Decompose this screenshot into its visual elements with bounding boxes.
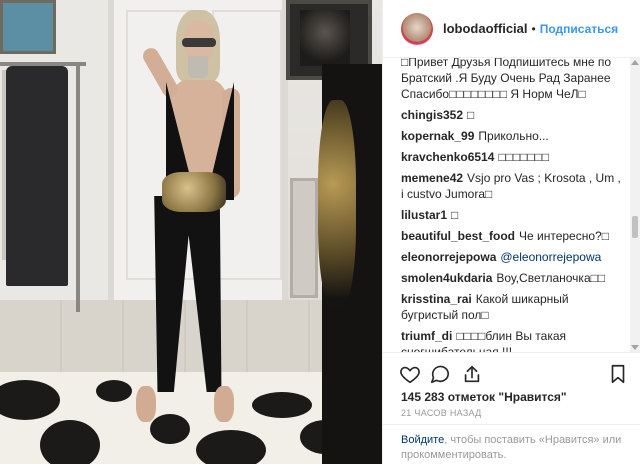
rug-spot	[40, 420, 100, 464]
comments-list[interactable]: □Привет Друзья Подпишитесь мне по Братск…	[383, 58, 631, 352]
wall-frame	[0, 0, 56, 54]
cup	[188, 56, 208, 78]
comment-username-link[interactable]: eleonorrejepowa	[401, 250, 496, 264]
likes-count[interactable]: 145 283 отметок "Нравится"	[401, 390, 567, 404]
heart-icon[interactable]	[399, 363, 421, 385]
rug-spot	[150, 414, 190, 444]
comment-item: eleonorrejepowa @eleonorrejepowa	[401, 249, 621, 265]
comment-text: Че интересно?□	[519, 229, 609, 243]
comment-username-link[interactable]: chingis352	[401, 108, 463, 122]
comment-text: □	[467, 108, 475, 122]
gold-belt	[162, 172, 226, 212]
comment-text: □□□□□□□	[498, 150, 550, 164]
comment-username-link[interactable]: beautiful_best_food	[401, 229, 515, 243]
sunglasses	[182, 38, 216, 47]
comment-text: □	[451, 208, 459, 222]
username-link[interactable]: lobodaofficial	[443, 21, 528, 36]
comments-scrollbar[interactable]	[630, 58, 640, 352]
action-bar	[383, 352, 640, 392]
separator-dot: •	[531, 21, 536, 36]
comment-item: memene42 Vsjo pro Vas ; Krosota , Um , i …	[401, 170, 621, 202]
rug-spot	[252, 392, 312, 418]
comment-item: kopernak_99 Прикольно...	[401, 128, 621, 144]
person-foot-right	[214, 386, 234, 422]
comment-item: chingis352 □	[401, 107, 621, 123]
comment-icon[interactable]	[429, 363, 451, 385]
rack-leg	[76, 62, 80, 312]
comment-mention-link[interactable]: @eleonorrejepowa	[500, 250, 601, 264]
person-foot-left	[136, 386, 156, 422]
caption-text: □Привет Друзья Подпишитесь мне по Братск…	[401, 58, 612, 101]
post-sidebar: lobodaofficial • Подписаться □Привет Дру…	[382, 0, 640, 464]
login-link[interactable]: Войдите	[401, 434, 444, 446]
painting-face	[300, 10, 350, 66]
comment-username-link[interactable]: kravchenko6514	[401, 150, 494, 164]
scroll-up-arrow-icon[interactable]	[631, 60, 639, 65]
post-timestamp[interactable]: 21 ЧАСОВ НАЗАД	[401, 408, 482, 418]
comment-username-link[interactable]: smolen4ukdaria	[401, 271, 492, 285]
comment-text: Прикольно...	[478, 129, 549, 143]
mirror-frame	[290, 178, 318, 298]
comment-username-link[interactable]: lilustar1	[401, 208, 447, 222]
comment-item: kravchenko6514 □□□□□□□	[401, 149, 621, 165]
post-header: lobodaofficial • Подписаться	[383, 0, 640, 58]
bookmark-icon[interactable]	[607, 363, 629, 385]
scroll-thumb[interactable]	[632, 216, 638, 238]
comment-username-link[interactable]: triumf_di	[401, 329, 452, 343]
comment-username-link[interactable]: memene42	[401, 171, 463, 185]
gold-dress	[318, 100, 356, 310]
comment-item: beautiful_best_food Че интересно?□	[401, 228, 621, 244]
scroll-down-arrow-icon[interactable]	[631, 345, 639, 350]
follow-button[interactable]: Подписаться	[540, 22, 618, 36]
comment-item: smolen4ukdaria Воу,Светланочка□□	[401, 270, 621, 286]
comment-item: krisstina_rai Какой шикарный бугристый по…	[401, 291, 621, 323]
comment-text: Воу,Светланочка□□	[496, 271, 606, 285]
comment-item: triumf_di □□□□блин Вы такая сногшибательн…	[401, 328, 621, 352]
rug-spot	[96, 380, 132, 402]
comment-item: lilustar1 □	[401, 207, 621, 223]
comment-username-link[interactable]: krisstina_rai	[401, 292, 472, 306]
rug-spot	[196, 430, 266, 464]
post-photo[interactable]	[0, 0, 382, 464]
hanging-coat	[6, 66, 68, 286]
comment-username-link[interactable]: kopernak_99	[401, 129, 474, 143]
avatar[interactable]	[401, 12, 433, 45]
login-prompt: Войдите, чтобы поставить «Нравится» или …	[383, 424, 640, 464]
share-icon[interactable]	[461, 363, 483, 385]
